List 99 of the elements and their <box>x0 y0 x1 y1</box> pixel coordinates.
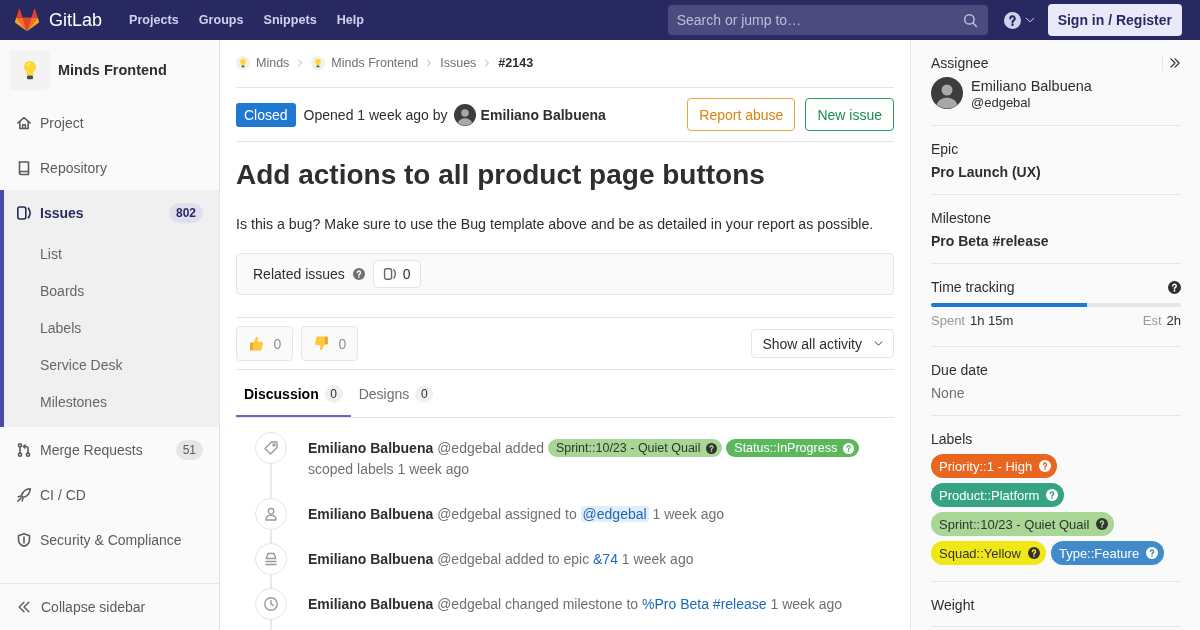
section-title: Due date <box>931 361 988 380</box>
label-tag[interactable]: Type::Feature <box>1050 541 1165 565</box>
home-icon <box>16 114 32 131</box>
chevron-down-icon <box>1024 15 1035 25</box>
section-value[interactable]: Pro Beta #release <box>931 230 1181 252</box>
section-title: Milestone <box>931 209 991 228</box>
activity-note: Emiliano Balbuena @edgebal added to epic &74 1 week ago <box>308 550 695 569</box>
help-icon <box>843 442 855 454</box>
tab[interactable]: Designs 0 <box>350 370 442 417</box>
issue-description: Is this a bug? Make sure to use the Bug template above and be as detailed in your report as possible. <box>236 215 875 234</box>
breadcrumb-link[interactable]: Minds <box>236 53 290 73</box>
section-title: Time tracking <box>931 278 1015 297</box>
help-icon <box>1003 11 1021 29</box>
author-link[interactable]: Emiliano Balbuena <box>480 106 606 123</box>
nav-subitem[interactable]: Boards <box>0 272 219 309</box>
count-badge: 51 <box>175 439 203 460</box>
nav-link[interactable]: Groups <box>188 13 254 27</box>
nav-item[interactable]: Security & Compliance <box>0 517 219 562</box>
help-icon <box>1168 280 1181 294</box>
assignee-username: @edgebal <box>971 95 1032 111</box>
label-tag[interactable]: Squad::Yellow <box>931 541 1046 565</box>
logo-icon[interactable] <box>14 8 40 32</box>
estimate-label: Est <box>1142 312 1162 330</box>
help-icon <box>1146 547 1159 559</box>
rocket-icon <box>16 486 32 503</box>
help-icon <box>1046 489 1059 501</box>
nav-link[interactable]: Snippets <box>253 13 327 27</box>
breadcrumb-link[interactable]: Issues <box>440 53 477 73</box>
issue-title: Add actions to all product page buttons <box>236 158 766 192</box>
user-avatar <box>453 103 476 126</box>
chevron-right-icon <box>425 59 434 67</box>
section-value[interactable]: Pro Launch (UX) <box>931 161 1181 183</box>
bulb-icon <box>236 56 250 70</box>
mention-link[interactable]: @edgebal <box>580 506 649 522</box>
nav-item[interactable]: Project <box>0 100 219 145</box>
double-chevron-left-icon <box>17 600 31 614</box>
help-icon <box>1096 518 1109 530</box>
search-icon <box>962 12 978 28</box>
thumbs-up-icon <box>247 335 265 352</box>
section-title: Epic <box>931 140 959 159</box>
count-badge: 0 <box>415 384 434 403</box>
help-button[interactable] <box>1003 11 1035 29</box>
activity-filter-dropdown[interactable]: Show all activity <box>751 329 894 358</box>
nav-link[interactable]: Projects <box>119 13 189 27</box>
thumbs-down-icon <box>312 335 330 352</box>
nav-subitem[interactable]: Milestones <box>0 383 219 420</box>
breadcrumb-link[interactable]: #2143 <box>498 53 534 73</box>
nav-subitem[interactable]: List <box>0 235 219 272</box>
count-badge: 802 <box>168 202 203 223</box>
help-icon <box>1027 547 1040 559</box>
merge-icon <box>16 441 32 458</box>
tab[interactable]: Discussion 0 <box>236 370 351 417</box>
help-icon <box>706 442 718 454</box>
shield-icon <box>16 531 32 548</box>
section-title: Assignee <box>931 54 989 73</box>
milestone-link[interactable]: %Pro Beta #release <box>642 596 767 612</box>
activity-note: Emiliano Balbuena @edgebal assigned to @edgebal 1 week ago <box>308 505 726 524</box>
search-field[interactable]: Search or jump to… <box>667 5 988 35</box>
nav-item[interactable]: Merge Requests 51 <box>0 427 219 472</box>
project-name[interactable]: Minds Frontend <box>58 62 167 78</box>
book-icon <box>16 159 32 176</box>
help-icon <box>1039 460 1052 472</box>
section-title: Labels <box>931 430 973 449</box>
chevron-right-icon <box>296 59 305 67</box>
activity-note: Emiliano Balbuena @edgebal added Sprint::10/23 - Quiet Quail Status::InProgress scoped labels 1 week ago <box>308 438 894 480</box>
bulb-icon <box>10 50 50 90</box>
status-badge: Closed <box>236 102 296 127</box>
spent-label: Spent <box>931 312 965 330</box>
double-chevron-right-icon[interactable] <box>1169 57 1181 69</box>
nav-item[interactable]: Issues 802 <box>0 190 219 235</box>
breadcrumb-link[interactable]: Minds Frontend <box>311 53 419 73</box>
nav-item[interactable]: Repository <box>0 145 219 190</box>
opened-text: Opened 1 week ago by <box>303 106 448 123</box>
section-value: None <box>931 384 966 403</box>
estimate-value: 2h <box>1166 312 1181 330</box>
count-badge: 0 <box>324 384 343 403</box>
nav-subitem[interactable]: Service Desk <box>0 346 219 383</box>
activity-note: Emiliano Balbuena @edgebal changed milestone to %Pro Beta #release 1 week ago <box>308 595 844 614</box>
label-tag[interactable]: Sprint::10/23 - Quiet Quail <box>931 512 1115 536</box>
issues-icon <box>382 267 397 281</box>
chevron-right-icon <box>483 59 492 67</box>
sign-in-button[interactable]: Sign in / Register <box>1047 4 1182 36</box>
related-count: 0 <box>402 266 411 282</box>
issues-icon <box>16 204 32 221</box>
nav-subitem[interactable]: Labels <box>0 309 219 346</box>
label-tag[interactable]: Sprint::10/23 - Quiet Quail <box>547 439 723 458</box>
related-issues-title: Related issues <box>253 266 345 282</box>
help-icon <box>352 268 365 280</box>
nav-link[interactable]: Help <box>326 13 374 27</box>
assignee-name[interactable]: Emiliano Balbuena <box>971 77 1092 95</box>
bulb-icon <box>311 56 326 70</box>
spent-value: 1h 15m <box>970 312 1014 330</box>
chevron-down-icon <box>874 339 883 348</box>
nav-item[interactable]: CI / CD <box>0 472 219 517</box>
section-title: Weight <box>931 596 975 615</box>
user-avatar <box>931 77 963 109</box>
epic-link[interactable]: &74 <box>593 551 618 567</box>
new-issue-button[interactable]: New issue <box>805 98 894 131</box>
brand-name[interactable]: GitLab <box>49 9 103 31</box>
